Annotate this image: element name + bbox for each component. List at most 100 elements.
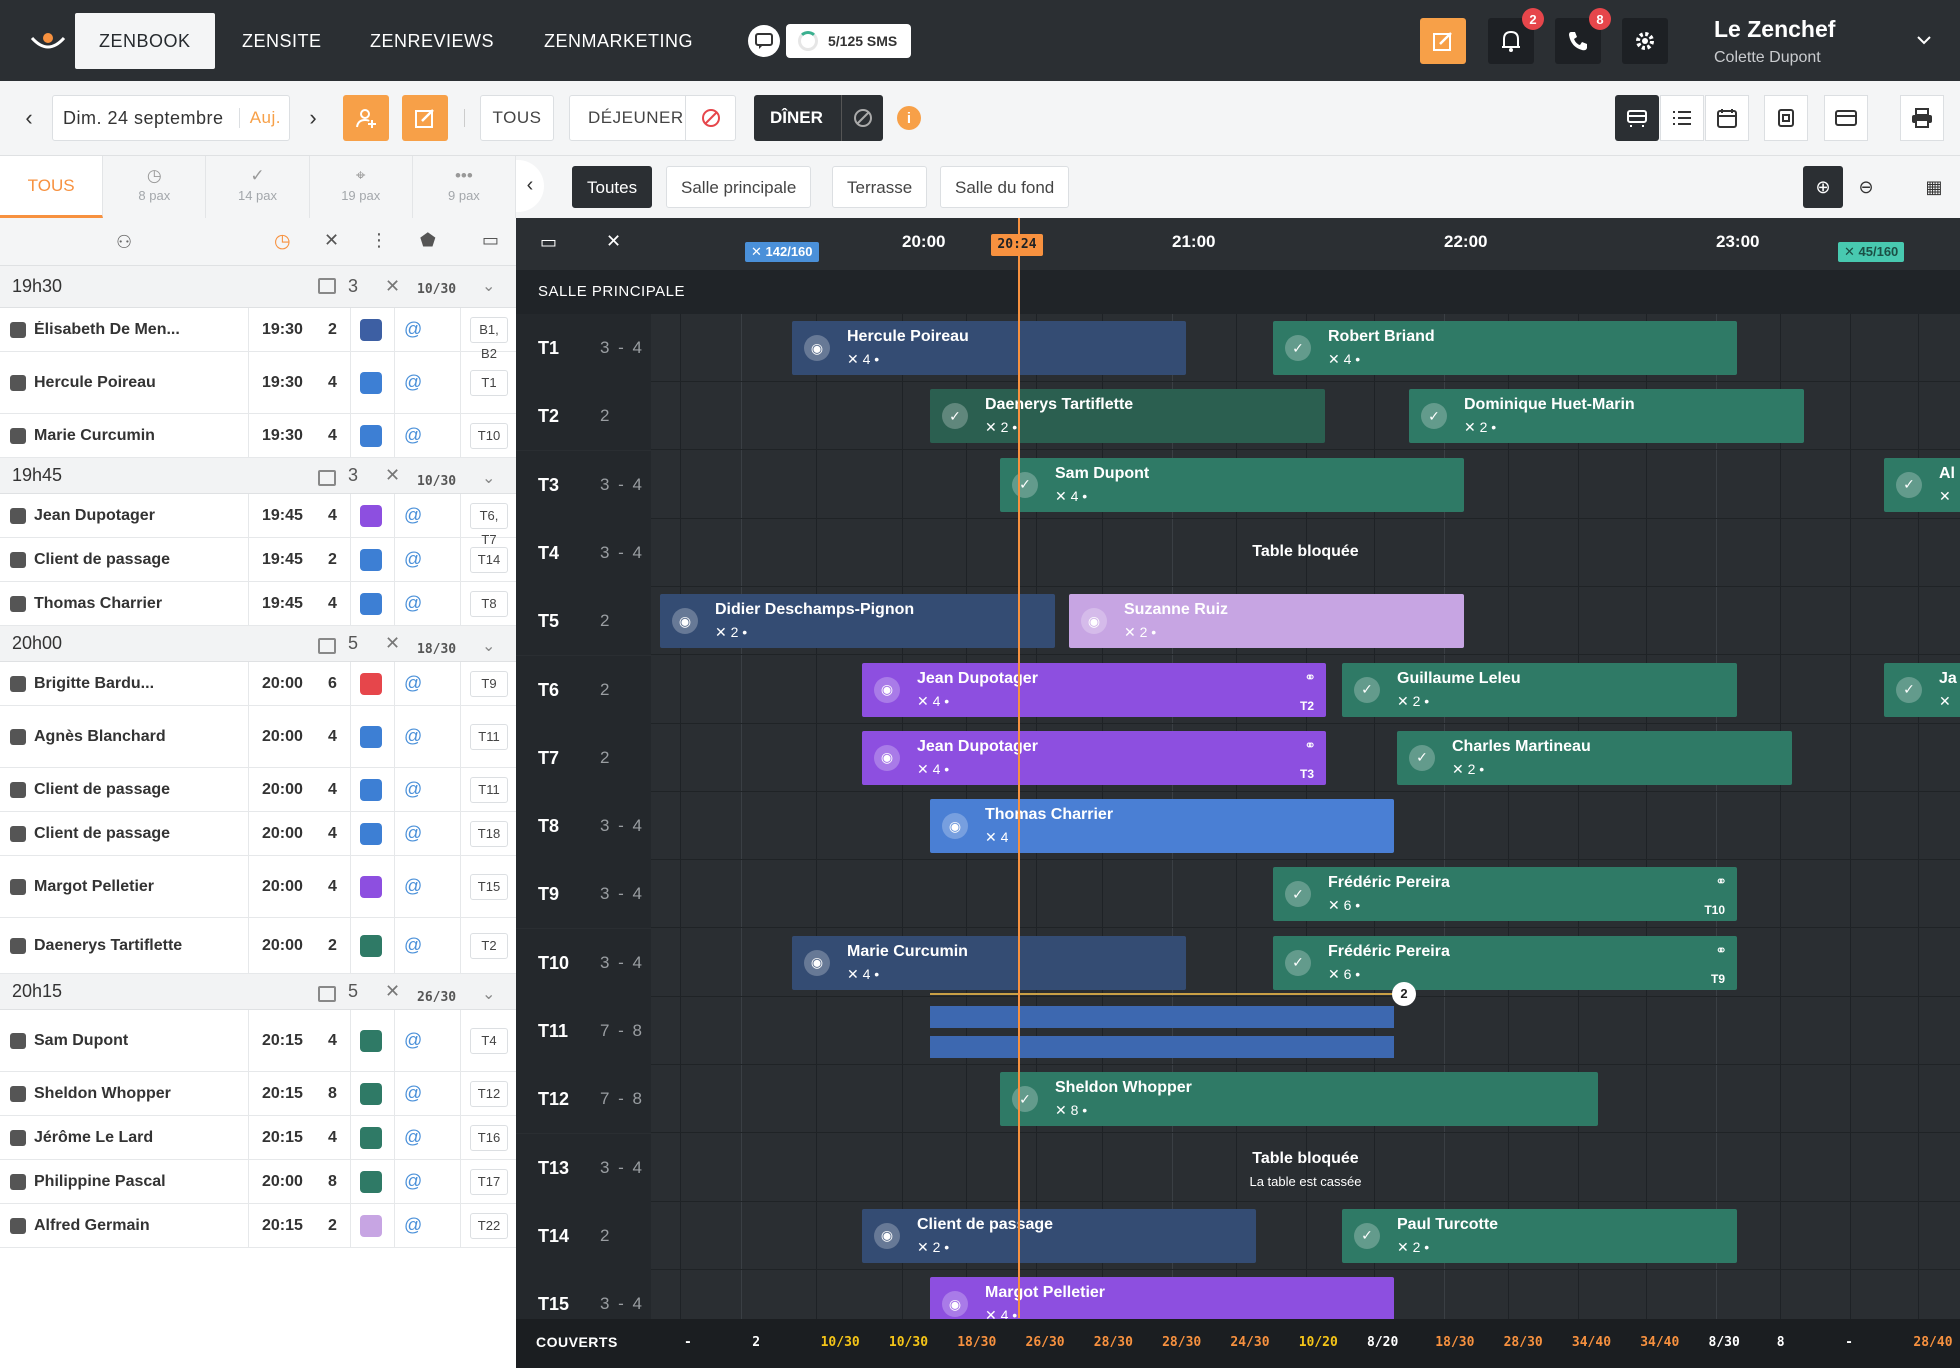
reservation-row[interactable]: Jean Dupotager 19:45 4 @ T6, T7 [0,494,516,547]
tab-seated[interactable]: ⌖ 19 pax [310,156,413,218]
view-calendar-button[interactable] [1705,95,1749,141]
tab-waiting[interactable]: ◷ 8 pax [103,156,207,218]
edit-button[interactable] [1420,18,1466,64]
sms-credit[interactable]: 5/125 SMS [748,23,912,59]
filter-lunch-button[interactable]: DÉJEUNER [569,95,736,141]
time-group-header[interactable]: 19h30 3 ✕ 10/30 ⌄ [0,266,516,308]
nav-tab-zenbook[interactable]: ZENBOOK [75,13,215,69]
status-icon[interactable] [360,319,382,341]
reservation-row[interactable]: Client de passage 20:00 4 @ T18 [0,812,516,856]
reservation-block[interactable]: ✓ Frédéric Pereira ✕ 6 • ⚭ T10 [1273,867,1737,922]
reservation-row[interactable]: Alfred Germain 20:15 2 @ T22 [0,1204,516,1248]
reservation-row[interactable]: Agnès Blanchard 20:00 4 @ T11 [0,706,516,768]
nav-tab-zensite[interactable]: ZENSITE [218,13,346,69]
table-badge[interactable]: T22 [470,1213,508,1239]
status-icon[interactable] [360,1127,382,1149]
reservation-bar[interactable] [930,1006,1394,1028]
zoom-out-button[interactable]: ⊖ [1846,166,1886,208]
table-badge[interactable]: T6, T7 [470,503,508,547]
status-icon[interactable] [360,1083,382,1105]
table-badge[interactable]: T8 [470,591,508,617]
table-badge[interactable]: T11 [470,777,508,803]
reservation-row[interactable]: Sheldon Whopper 20:15 8 @ T12 [0,1072,516,1116]
chevron-down-icon[interactable]: ⌄ [482,468,495,488]
reservation-row[interactable]: Thomas Charrier 19:45 4 @ T8 [0,582,516,626]
reservation-block[interactable]: ✓ Sam Dupont ✕ 4 • [1000,457,1464,512]
reservation-row[interactable]: Daenerys Tartiflette 20:00 2 @ T2 [0,918,516,974]
time-group-header[interactable]: 20h00 5 ✕ 18/30 ⌄ [0,626,516,662]
status-icon[interactable] [360,1215,382,1237]
view-list-button[interactable] [1660,95,1704,141]
table-badge[interactable]: T12 [470,1081,508,1107]
today-button[interactable]: Auj. [238,108,281,128]
reservation-block[interactable]: ◉ Suzanne Ruiz ✕ 2 • [1069,594,1464,649]
reservation-block[interactable]: ✓ Frédéric Pereira ✕ 6 • ⚭ T9 [1273,935,1737,990]
reservation-block[interactable]: ◉ Client de passage ✕ 2 • [862,1208,1256,1263]
view-floorplan-button[interactable] [1764,95,1808,141]
table-badge[interactable]: T10 [470,423,508,449]
status-icon[interactable] [360,425,382,447]
time-group-header[interactable]: 20h15 5 ✕ 26/30 ⌄ [0,974,516,1010]
room-main[interactable]: Salle principale [666,166,812,208]
status-icon[interactable] [360,823,382,845]
prev-day-button[interactable]: ‹ [14,95,44,141]
user-menu[interactable]: Le Zenchef Colette Dupont [1714,16,1835,67]
reservation-block[interactable]: ✓ Dominique Huet-Marin ✕ 2 • [1409,389,1804,444]
room-terrace[interactable]: Terrasse [832,166,928,208]
reservation-row[interactable]: Client de passage 20:00 4 @ T11 [0,768,516,812]
reservation-block[interactable]: ✓ Guillaume Leleu ✕ 2 • [1342,662,1737,717]
calendar-alert-button[interactable]: ▦ [1914,166,1954,208]
status-icon[interactable] [360,876,382,898]
reservation-row[interactable]: Élisabeth De Men... 19:30 2 @ B1, B2 [0,308,516,361]
filter-dinner-button[interactable]: DÎNER [754,95,883,141]
date-picker[interactable]: Dim. 24 septembre Auj. [52,95,290,141]
reservation-row[interactable]: Philippine Pascal 20:00 8 @ T17 [0,1160,516,1204]
status-icon[interactable] [360,549,382,571]
table-badge[interactable]: T1 [470,370,508,396]
group-count-badge[interactable]: 2 [1392,982,1416,1006]
chevron-down-icon[interactable] [1916,34,1932,46]
table-badge[interactable]: T18 [470,821,508,847]
reservation-row[interactable]: Margot Pelletier 20:00 4 @ T15 [0,856,516,918]
status-icon[interactable] [360,935,382,957]
reservation-row[interactable]: Jérôme Le Lard 20:15 4 @ T16 [0,1116,516,1160]
status-icon[interactable] [360,1030,382,1052]
settings-button[interactable] [1622,18,1668,64]
next-day-button[interactable]: › [298,95,328,141]
reservation-block[interactable]: ◉ Jean Dupotager ✕ 4 • ⚭ T3 [862,730,1326,785]
reservation-row[interactable]: Marie Curcumin 19:30 4 @ T10 [0,414,516,458]
add-guest-button[interactable] [343,95,389,141]
reservation-block[interactable]: ◉ Marie Curcumin ✕ 4 • [792,935,1186,990]
reservation-block[interactable]: ✓ Al ✕ [1884,457,1960,512]
reservation-block[interactable]: ✓ Ja ✕ [1884,662,1960,717]
reservation-block[interactable]: ◉ Didier Deschamps-Pignon ✕ 2 • [660,594,1055,649]
zoom-in-button[interactable]: ⊕ [1803,166,1843,208]
reservation-block[interactable]: ✓ Daenerys Tartiflette ✕ 2 • [930,389,1325,444]
reservation-row[interactable]: Hercule Poireau 19:30 4 @ T1 [0,352,516,414]
reservation-block[interactable]: ✓ Sheldon Whopper ✕ 8 • [1000,1072,1598,1127]
reservation-block[interactable]: ◉ Thomas Charrier ✕ 4 [930,799,1394,854]
time-group-header[interactable]: 19h45 3 ✕ 10/30 ⌄ [0,458,516,494]
new-reservation-button[interactable] [402,95,448,141]
table-badge[interactable]: T2 [470,933,508,959]
reservation-row[interactable]: Brigitte Bardu... 20:00 6 @ T9 [0,662,516,706]
zenchef-logo[interactable] [28,26,68,56]
nav-tab-zenreviews[interactable]: ZENREVIEWS [346,13,518,69]
filter-all-button[interactable]: TOUS [480,95,554,141]
table-badge[interactable]: B1, B2 [470,317,508,361]
notifications-button[interactable]: 2 [1488,8,1544,64]
status-icon[interactable] [360,673,382,695]
print-button[interactable] [1900,95,1944,141]
block-lunch-icon[interactable] [685,96,735,140]
table-icon[interactable]: ▭ [482,230,499,251]
chevron-down-icon[interactable]: ⌄ [482,636,495,656]
reservation-block[interactable]: ◉ Jean Dupotager ✕ 4 • ⚭ T2 [862,662,1326,717]
status-icon[interactable] [360,593,382,615]
room-all[interactable]: Toutes [572,166,653,208]
chevron-down-icon[interactable]: ⌄ [482,984,495,1004]
reservation-block[interactable]: ✓ Paul Turcotte ✕ 2 • [1342,1208,1737,1263]
table-badge[interactable]: T4 [470,1028,508,1054]
reservation-block[interactable]: ◉ Hercule Poireau ✕ 4 • [792,321,1186,375]
clock-sort-icon[interactable]: ◷ [274,230,291,253]
table-badge[interactable]: T11 [470,724,508,750]
